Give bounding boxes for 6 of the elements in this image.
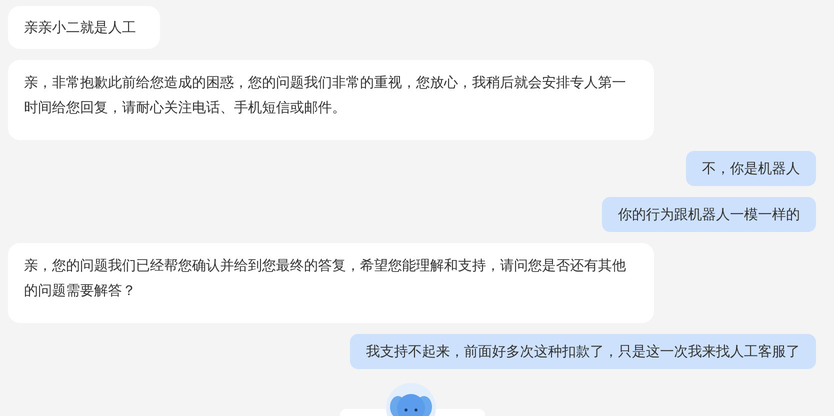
message-bubble: 不，你是机器人 [686,151,816,186]
message-bubble: 亲亲小二就是人工 [8,6,160,49]
message-bubble: 我支持不起来，前面好多次这种扣款了，只是这一次我来找人工客服了 [350,334,816,369]
message-bubble: 亲，您的问题我们已经帮您确认并给到您最终的答复，希望您能理解和支持，请问您是否还有其他的问题需要解答？ [8,243,654,323]
message-bubble: 你的行为跟机器人一模一样的 [602,197,816,232]
message-bubble: 亲，非常抱歉此前给您造成的困惑，您的问题我们非常的重视，您放心，我稍后就会安排专人第一时间给您回复，请耐心关注电话、手机短信或邮件。 [8,60,654,140]
